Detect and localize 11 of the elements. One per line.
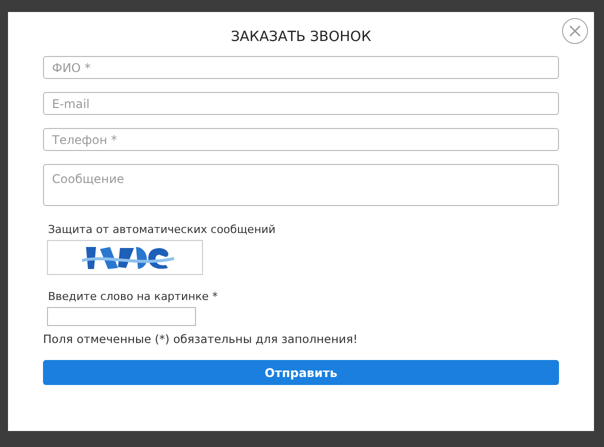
close-icon [569,25,581,37]
captcha-input-field[interactable] [47,307,196,326]
input-field[interactable]: E-mail [43,92,559,115]
required-fields-note: Поля отмеченные (*) обязательны для заполнения! [43,331,359,347]
captcha-label: Защита от автоматических сообщений [48,223,277,237]
captcha-input-label: Введите слово на картинке * [48,290,219,304]
message-field[interactable]: Сообщение [43,164,559,206]
input-field[interactable]: ФИО * [43,56,559,79]
submit-button[interactable]: Отправить [43,360,559,385]
dialog-title: ЗАКАЗАТЬ ЗВОНОК [230,28,372,47]
input-field[interactable]: Телефон * [43,128,559,151]
